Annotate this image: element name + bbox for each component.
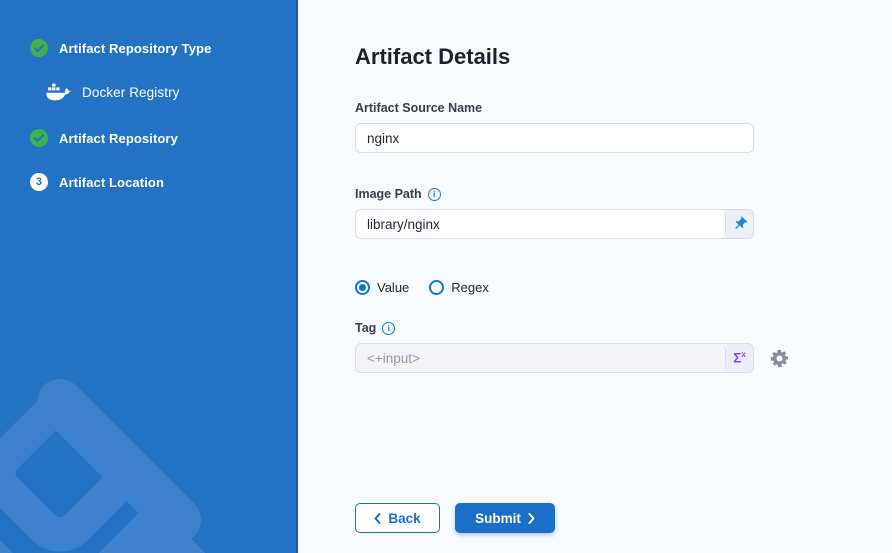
info-icon[interactable]: i [382, 322, 395, 335]
check-circle-icon [30, 39, 48, 57]
brand-watermark [0, 323, 298, 553]
tag-type-radio-group: Value Regex [355, 279, 892, 295]
step-number: 3 [30, 173, 48, 191]
back-button[interactable]: Back [355, 503, 440, 533]
radio-value-icon[interactable] [355, 280, 370, 295]
step-docker-registry[interactable]: Docker Registry [30, 81, 296, 103]
tag-label: Tag [355, 321, 376, 335]
expression-input-type-button[interactable]: Σx [726, 344, 753, 372]
pin-input-type-button[interactable] [726, 210, 753, 238]
submit-button-label: Submit [475, 511, 521, 526]
step-label: Artifact Location [59, 175, 164, 190]
artifact-source-name-label: Artifact Source Name [355, 101, 482, 115]
docker-whale-icon [46, 82, 72, 102]
image-path-label: Image Path [355, 187, 422, 201]
step-label: Artifact Repository [59, 131, 178, 146]
tag-field-group: Tag i Σx [355, 320, 892, 373]
info-icon[interactable]: i [428, 188, 441, 201]
chevron-left-icon [374, 513, 381, 524]
chevron-right-icon [528, 513, 535, 524]
artifact-details-panel: Artifact Details Artifact Source Name Im… [298, 0, 892, 553]
step-list: Artifact Repository Type Docker Registry [0, 0, 296, 191]
image-path-input[interactable] [356, 210, 726, 238]
radio-regex-label: Regex [451, 280, 489, 295]
pushpin-icon [728, 213, 751, 236]
step-artifact-repository-type[interactable]: Artifact Repository Type [30, 39, 296, 57]
radio-option-regex[interactable]: Regex [429, 280, 489, 295]
radio-regex-icon[interactable] [429, 280, 444, 295]
gear-icon [770, 349, 789, 368]
image-path-field-group: Image Path i [355, 186, 892, 239]
wizard-actions: Back Submit [355, 503, 892, 533]
back-button-label: Back [388, 511, 420, 526]
tag-settings-button[interactable] [769, 348, 789, 368]
radio-option-value[interactable]: Value [355, 280, 409, 295]
image-path-input-combo [355, 209, 754, 239]
step-label: Artifact Repository Type [59, 41, 211, 56]
wizard-stepper-sidebar: Artifact Repository Type Docker Registry [0, 0, 298, 553]
step-label: Docker Registry [82, 85, 180, 100]
page-title: Artifact Details [355, 44, 892, 70]
radio-value-label: Value [377, 280, 409, 295]
submit-button[interactable]: Submit [455, 503, 555, 533]
tag-input-combo: Σx [355, 343, 754, 373]
artifact-source-name-field-group: Artifact Source Name [355, 100, 892, 153]
artifact-source-name-input[interactable] [355, 123, 754, 153]
step-number-icon: 3 [30, 173, 48, 191]
check-circle-icon [30, 129, 48, 147]
step-artifact-location[interactable]: 3 Artifact Location [30, 173, 296, 191]
step-artifact-repository[interactable]: Artifact Repository [30, 129, 296, 147]
sigma-icon: Σx [733, 351, 746, 365]
tag-input[interactable] [356, 344, 726, 372]
